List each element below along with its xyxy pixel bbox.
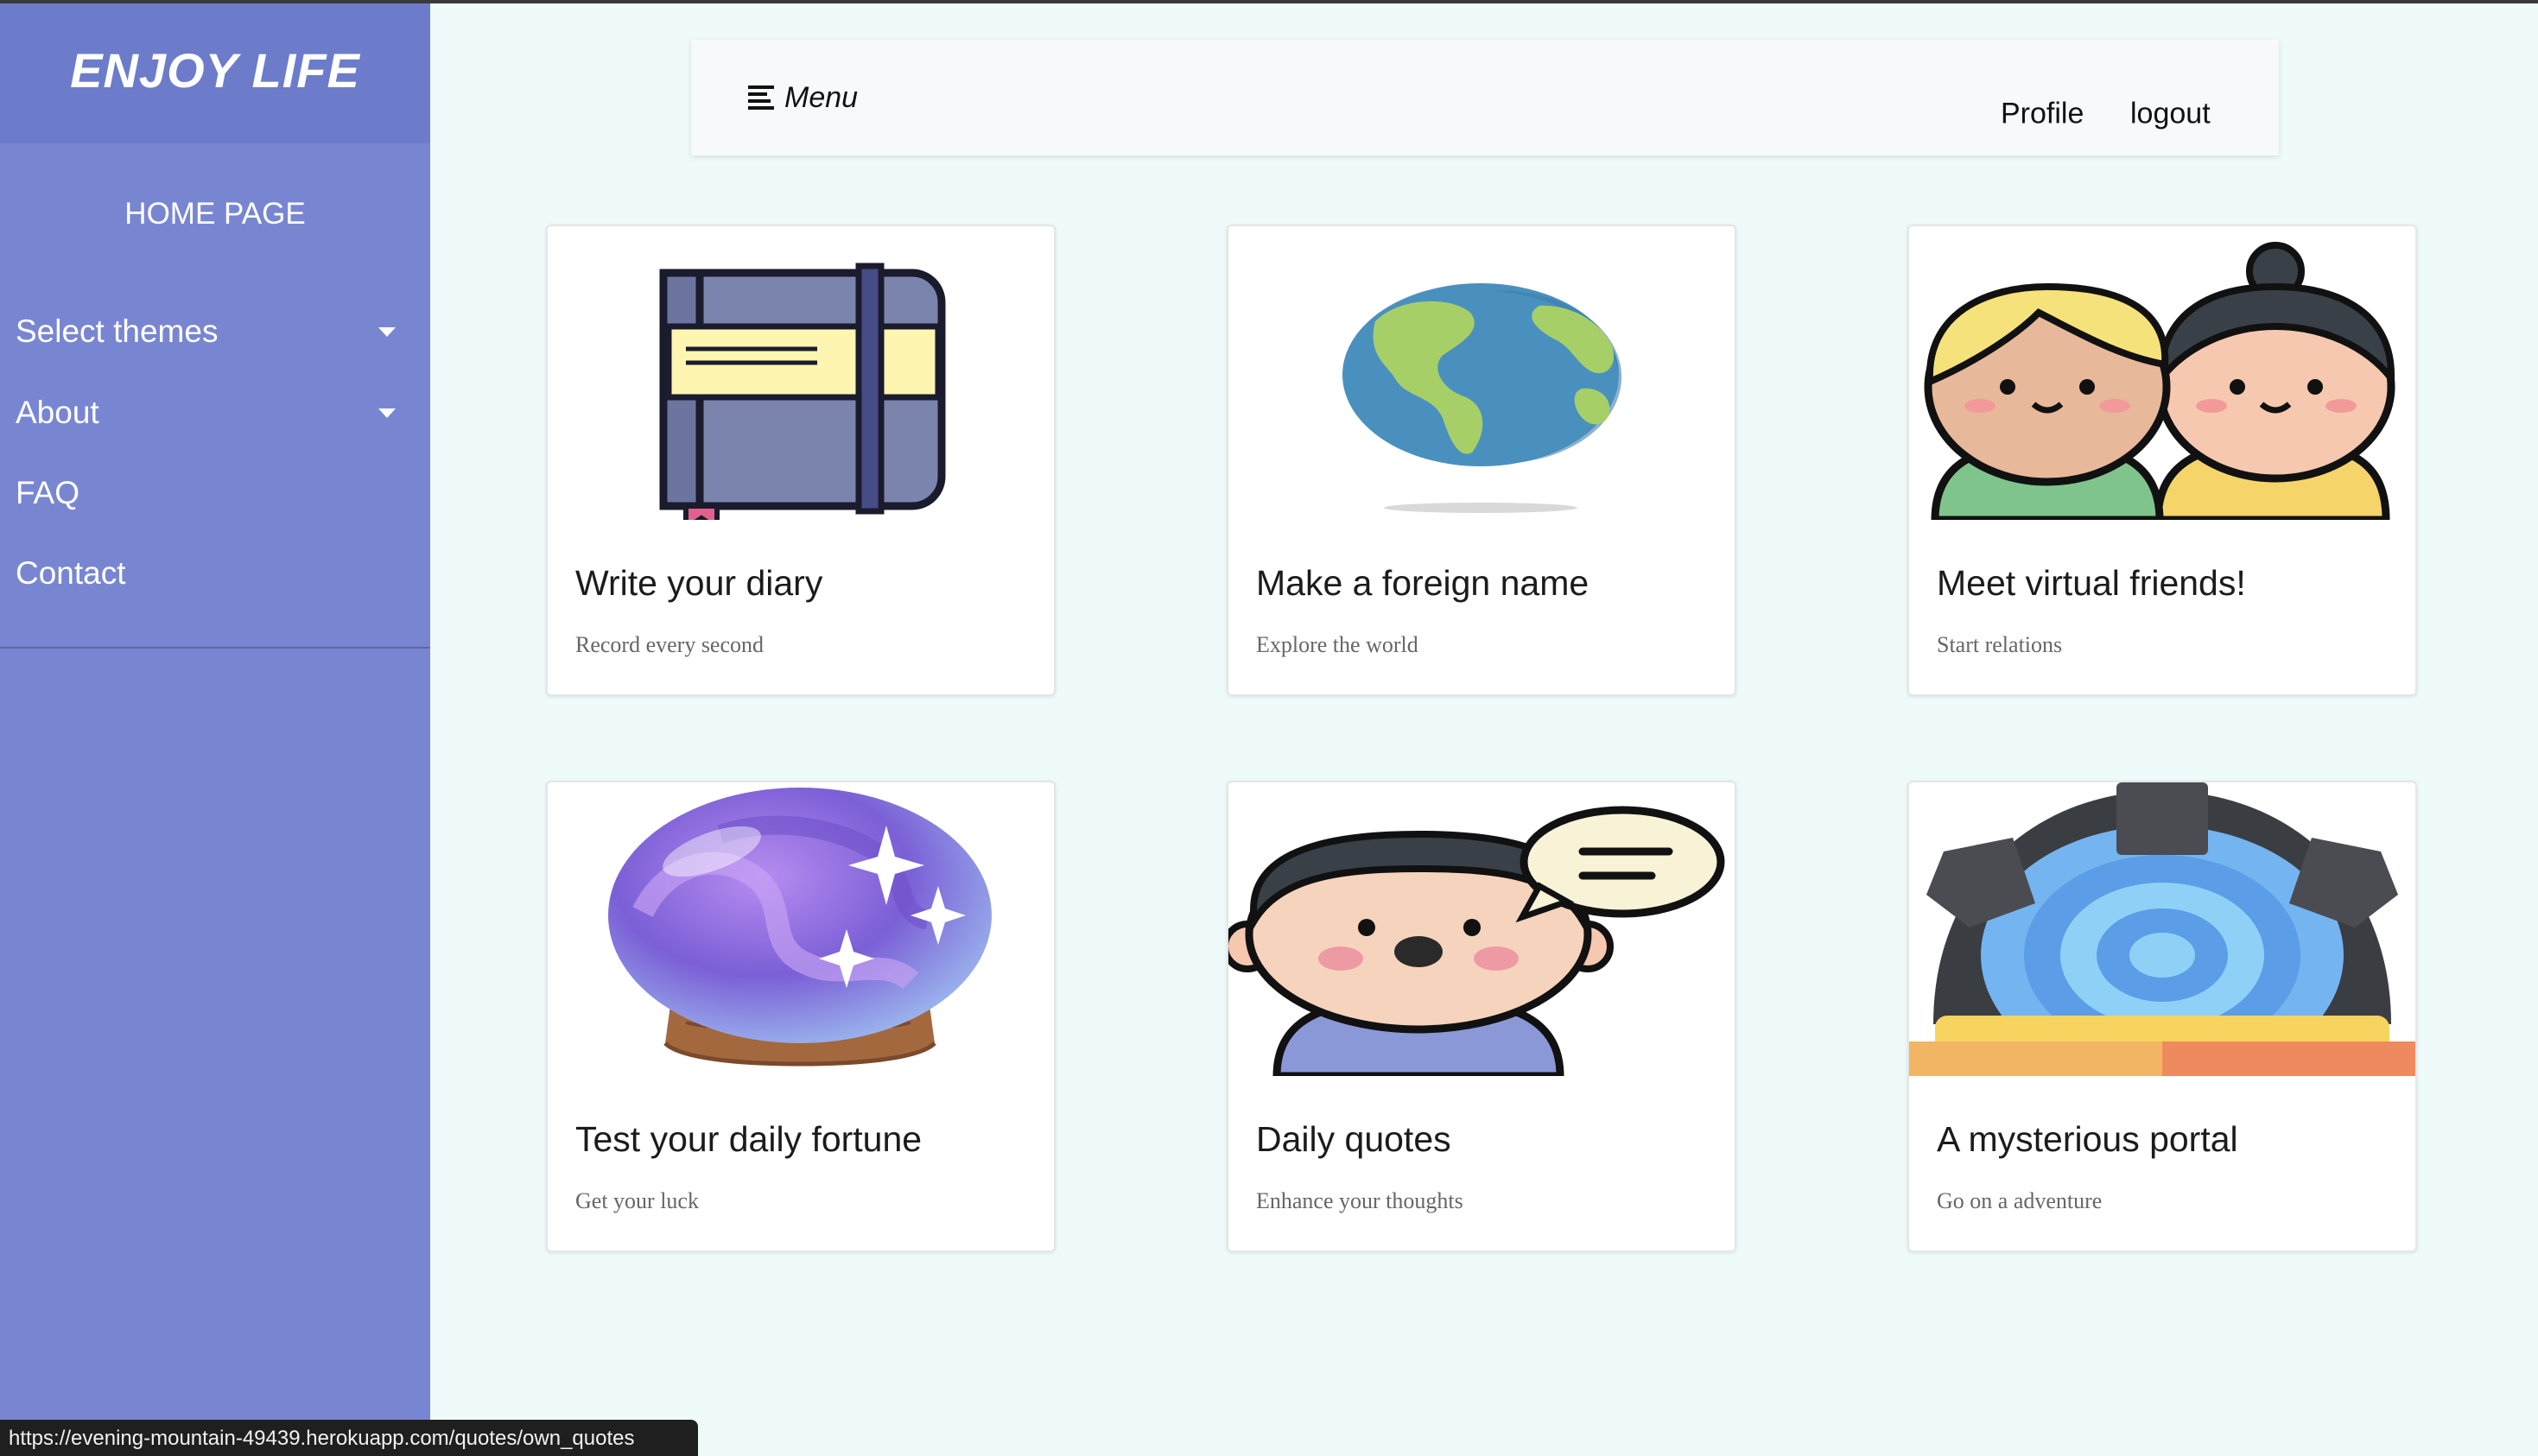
card-diary[interactable]: Write your diary Record every second [546,225,1056,696]
card-title: Daily quotes [1256,1119,1451,1159]
card-subtitle: Go on a adventure [1937,1188,2103,1213]
logout-link[interactable]: logout [2130,98,2211,131]
friends-icon [1909,226,2415,520]
card-daily-quotes[interactable]: Daily quotes Enhance your thoughts [1227,781,1736,1252]
card-daily-fortune[interactable]: Test your daily fortune Get your luck [546,781,1056,1252]
sidebar: ENJOY LIFE HOME PAGE Select themes About… [0,0,430,1456]
card-title: Write your diary [575,563,823,603]
crystal-ball-icon [548,782,1054,1076]
card-subtitle: Explore the world [1256,632,1418,657]
card-title: Make a foreign name [1256,563,1589,603]
card-title: Meet virtual friends! [1937,563,2246,603]
brand-logo[interactable]: ENJOY LIFE [70,42,360,98]
sidebar-item-faq[interactable]: FAQ [16,467,404,519]
menu-label: Menu [784,80,859,114]
card-subtitle: Record every second [575,632,765,657]
profile-link[interactable]: Profile [2001,98,2084,131]
sidebar-item-select-themes[interactable]: Select themes [16,306,404,358]
sidebar-divider [0,647,430,649]
diary-book-icon [548,226,1054,520]
card-title: A mysterious portal [1937,1119,2238,1159]
card-subtitle: Start relations [1937,632,2063,657]
caret-down-icon [378,326,396,337]
card-subtitle: Enhance your thoughts [1256,1188,1463,1213]
sidebar-item-label: Contact [16,555,126,591]
menu-button[interactable]: Menu [748,76,858,119]
portal-icon [1909,782,2415,1076]
caret-down-icon [378,408,396,418]
window-top-border [0,0,2538,3]
speaking-person-icon [1228,782,1735,1076]
sidebar-item-label: FAQ [16,475,80,510]
sidebar-item-label: Select themes [16,313,219,349]
top-navbar: Menu Profile logout [691,40,2279,155]
sidebar-item-home[interactable]: HOME PAGE [0,197,430,231]
sidebar-header: ENJOY LIFE [0,3,430,143]
link-preview-statusbar: https://evening-mountain-49439.herokuapp… [0,1420,698,1456]
card-foreign-name[interactable]: Make a foreign name Explore the world [1227,225,1736,696]
globe-icon [1228,226,1735,520]
card-mysterious-portal[interactable]: A mysterious portal Go on a adventure [1907,781,2417,1252]
card-subtitle: Get your luck [575,1188,699,1213]
card-title: Test your daily fortune [575,1119,923,1159]
sidebar-item-contact[interactable]: Contact [16,548,404,599]
menu-lines-icon [748,85,774,110]
card-virtual-friends[interactable]: Meet virtual friends! Start relations [1907,225,2417,696]
sidebar-item-label: About [16,395,99,430]
sidebar-item-about[interactable]: About [16,387,404,439]
